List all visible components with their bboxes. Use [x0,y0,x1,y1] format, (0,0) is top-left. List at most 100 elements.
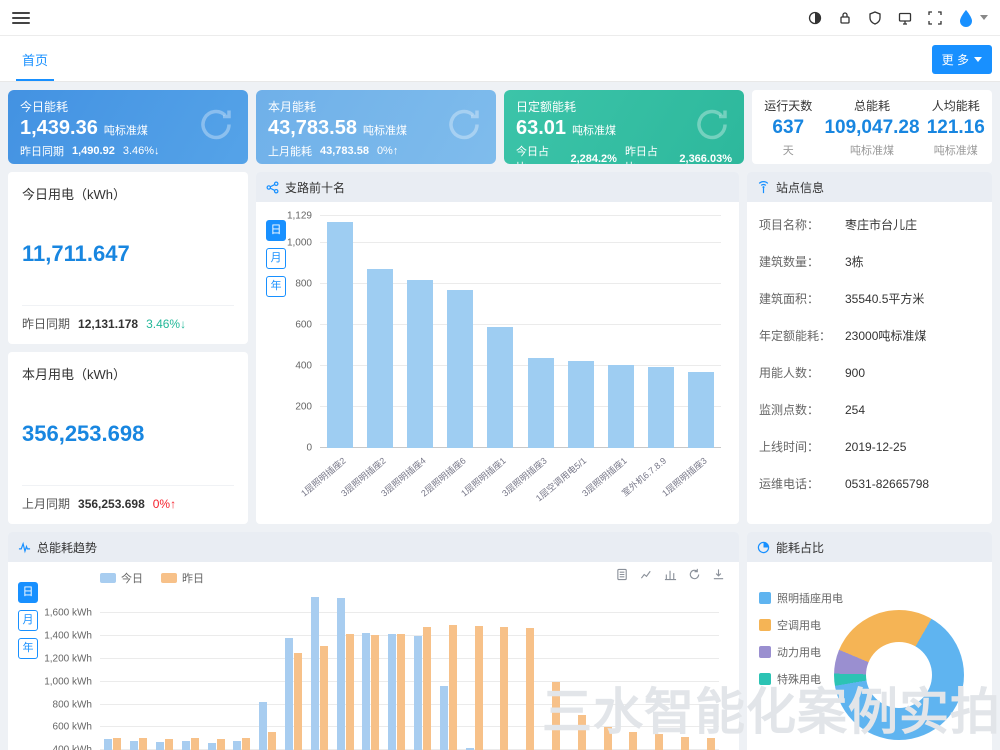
legend-item-special[interactable]: 特殊用电 [759,671,843,687]
line-chart-icon[interactable] [640,568,653,581]
contrast-icon[interactable] [807,10,823,26]
branch-period-month-button[interactable]: 月 [266,248,286,269]
card-unit: 吨标准煤 [104,122,148,138]
bar-昨日-01:00[interactable] [139,738,147,750]
fullscreen-icon[interactable] [927,10,943,26]
bar-chart-icon[interactable] [664,568,677,581]
lock-icon[interactable] [837,10,853,26]
legend-item-power[interactable]: 动力用电 [759,644,843,660]
bar-今日-07:00[interactable] [285,638,293,750]
bar-昨日-15:00[interactable] [500,627,508,750]
bar-今日-01:00[interactable] [130,741,138,750]
bar-昨日-17:00[interactable] [552,682,560,750]
bar-今日-11:00[interactable] [388,634,396,750]
bar-今日-04:00[interactable] [208,743,216,750]
monitor-icon[interactable] [897,10,913,26]
legend-item-lighting[interactable]: 照明插座用电 [759,590,843,606]
bar-昨日-16:00[interactable] [526,628,534,750]
trend-period-day-button[interactable]: 日 [18,582,38,603]
bar-group-23:00 [693,596,719,750]
branch-period-year-button[interactable]: 年 [266,276,286,297]
bar-昨日-00:00[interactable] [113,738,121,750]
donut-hole [866,642,932,708]
bar-今日-12:00[interactable] [414,636,422,750]
bar-今日-10:00[interactable] [362,633,370,750]
bar-昨日-04:00[interactable] [217,739,225,750]
legend-item-today[interactable]: 今日 [100,570,143,586]
bar-今日-00:00[interactable] [104,739,112,750]
bar-室外机6.7.8.9[interactable] [648,367,674,448]
more-button[interactable]: 更 多 [932,45,992,74]
legend-item-yesterday[interactable]: 昨日 [161,570,204,586]
bar-3层照明插座3[interactable] [528,358,554,448]
bar-今日-05:00[interactable] [233,741,241,750]
y-tick-label: 1,000 [287,237,312,248]
stat-value: 121.16 [920,117,992,139]
bar-昨日-11:00[interactable] [397,634,405,750]
bar-今日-08:00[interactable] [311,597,319,750]
y-tick-label: 600 [295,319,312,330]
legend-item-hvac[interactable]: 空调用电 [759,617,843,633]
card-unit: 吨标准煤 [363,122,407,138]
bar-昨日-02:00[interactable] [165,739,173,750]
more-button-label: 更 多 [942,51,969,68]
branch-period-day-button[interactable]: 日 [266,220,286,241]
bar-今日-03:00[interactable] [182,741,190,750]
site-info-panel: 站点信息 项目名称：枣庄市台儿庄 建筑数量：3栋 建筑面积：35540.5平方米… [747,172,992,524]
bar-昨日-12:00[interactable] [423,627,431,750]
bar-1层空调用电5/1[interactable] [568,361,594,448]
bar-昨日-09:00[interactable] [346,634,354,750]
bar-group-08:00 [306,596,332,750]
bar-昨日-23:00[interactable] [707,738,715,750]
shield-icon[interactable] [867,10,883,26]
trend-period-month-button[interactable]: 月 [18,610,38,631]
card-daily-quota-energy[interactable]: 日定额能耗 63.01吨标准煤 今日占比:2,284.2% 昨日占比:2,366… [504,90,744,164]
bar-昨日-20:00[interactable] [629,732,637,750]
tab-home[interactable]: 首页 [16,50,54,81]
bar-今日-06:00[interactable] [259,702,267,750]
energy-share-donut-chart[interactable] [834,610,964,740]
bar-今日-13:00[interactable] [440,686,448,750]
bar-3层照明插座1[interactable] [608,365,634,448]
refresh-icon[interactable] [688,568,701,581]
bar-昨日-19:00[interactable] [604,727,612,750]
card-today-energy[interactable]: 今日能耗 1,439.36吨标准煤 昨日同期1,490.923.46%↓ [8,90,248,164]
bar-昨日-08:00[interactable] [320,646,328,750]
row-label: 年定额能耗： [759,327,845,344]
branch-top10-panel: 支路前十名 日 月 年 02004006008001,0001,1291层照明插… [256,172,739,524]
y-tick-label: 800 [295,278,312,289]
bar-昨日-05:00[interactable] [242,738,250,750]
card-month-energy[interactable]: 本月能耗 43,783.58吨标准煤 上月能耗43,783.580%↑ [256,90,496,164]
site-row-project-name: 项目名称：枣庄市台儿庄 [747,206,992,243]
middle-row: 今日用电（kWh） 11,711.647 昨日同期 12,131.178 3.4… [8,172,992,524]
bar-3层照明插座4[interactable] [407,280,433,449]
bar-昨日-18:00[interactable] [578,715,586,750]
bar-3层照明插座2[interactable] [367,269,393,448]
legend-swatch [759,673,771,685]
trend-panel: 总能耗趋势 今日 昨日 日 月 年 400 kWh600 kWh800 kWh1… [8,532,739,750]
bar-1层照明插座3[interactable] [688,372,714,448]
menu-icon[interactable] [12,9,30,27]
bar-昨日-13:00[interactable] [449,625,457,750]
trend-period-year-button[interactable]: 年 [18,638,38,659]
bar-昨日-22:00[interactable] [681,737,689,750]
bar-slot [320,216,360,448]
bar-1层照明插座1[interactable] [487,327,513,448]
bar-2层照明插座6[interactable] [447,290,473,448]
bar-昨日-21:00[interactable] [655,734,663,750]
bar-昨日-07:00[interactable] [294,653,302,750]
bar-昨日-06:00[interactable] [268,732,276,750]
bar-昨日-03:00[interactable] [191,738,199,750]
bar-今日-02:00[interactable] [156,742,164,750]
app-logo-icon[interactable] [957,9,988,27]
branch-period-group: 日 月 年 [266,220,286,304]
refresh-icon [444,105,484,150]
bar-昨日-14:00[interactable] [475,626,483,750]
bar-今日-09:00[interactable] [337,598,345,750]
row-label: 运维电话： [759,475,845,492]
data-view-icon[interactable] [616,568,629,581]
bar-1层照明插座2[interactable] [327,222,353,448]
bar-昨日-10:00[interactable] [371,635,379,750]
y-tick-label: 400 [295,360,312,371]
download-icon[interactable] [712,568,725,581]
